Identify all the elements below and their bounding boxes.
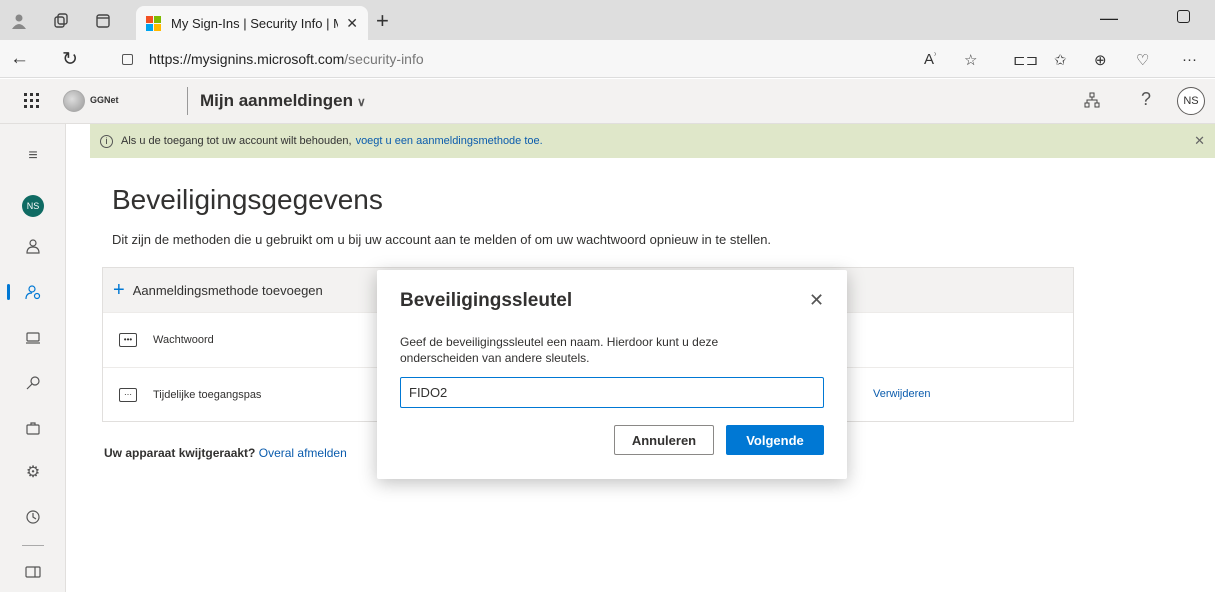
favorite-star-icon[interactable]: ☆ xyxy=(964,51,977,69)
workspaces-icon[interactable] xyxy=(52,12,70,30)
app-launcher-icon[interactable] xyxy=(24,93,39,108)
devices-icon[interactable] xyxy=(21,326,45,350)
microsoft-logo-icon xyxy=(146,15,161,31)
browser-tab-bar: My Sign-Ins | Security Info | Micr ✕ + — xyxy=(0,0,1215,40)
url-field[interactable]: https://mysignins.microsoft.com/security… xyxy=(110,45,1000,73)
tab-close-icon[interactable]: ✕ xyxy=(346,15,358,32)
browser-essentials-icon[interactable]: ♡ xyxy=(1136,51,1149,69)
recent-activity-icon[interactable] xyxy=(21,505,45,529)
split-screen-icon[interactable]: ⊏⊐ xyxy=(1013,51,1038,69)
profile-icon[interactable] xyxy=(10,12,28,30)
next-button[interactable]: Volgende xyxy=(726,425,824,455)
browser-address-bar: ← ↻ https://mysignins.microsoft.com/secu… xyxy=(0,40,1215,78)
organizations-briefcase-icon[interactable] xyxy=(21,416,45,440)
left-nav-rail: ≡ NS ⚙ xyxy=(0,124,66,592)
app-title-dropdown[interactable]: Mijn aanmeldingen ∨ xyxy=(200,91,366,111)
collections-icon[interactable]: ⊕ xyxy=(1094,51,1107,69)
chevron-down-icon: ∨ xyxy=(357,95,366,109)
app-title: Mijn aanmeldingen xyxy=(200,91,354,110)
tab-actions-icon[interactable] xyxy=(94,12,112,30)
security-info-icon[interactable] xyxy=(21,280,45,304)
security-key-dialog: Beveiligingssleutel ✕ Geef de beveiligin… xyxy=(377,270,847,479)
app-header: GGNet Mijn aanmeldingen ∨ ? NS xyxy=(0,79,1215,124)
active-indicator xyxy=(7,284,10,300)
close-icon[interactable]: ✕ xyxy=(809,290,824,311)
settings-gear-icon[interactable]: ⚙ xyxy=(21,460,45,484)
overview-person-icon[interactable] xyxy=(21,234,45,258)
dialog-description: Geef de beveiligingssleutel een naam. Hi… xyxy=(400,335,719,365)
password-key-icon[interactable] xyxy=(21,371,45,395)
hamburger-menu-icon[interactable]: ≡ xyxy=(21,144,45,168)
organization-icon[interactable] xyxy=(1084,92,1100,112)
url-path: /security-info xyxy=(344,51,424,67)
more-options-icon[interactable]: ··· xyxy=(1182,51,1197,68)
avatar[interactable]: NS xyxy=(1177,87,1205,115)
lock-icon[interactable] xyxy=(122,53,133,65)
back-arrow-icon[interactable]: ← xyxy=(10,48,29,70)
feedback-panel-icon[interactable] xyxy=(21,560,45,584)
org-name: GGNet xyxy=(90,95,119,105)
url-host: https://mysignins.microsoft.com xyxy=(149,51,345,67)
org-logo-icon xyxy=(63,90,85,112)
help-icon[interactable]: ? xyxy=(1141,89,1151,110)
new-tab-icon[interactable]: + xyxy=(376,8,389,34)
tab-title: My Sign-Ins | Security Info | Micr xyxy=(171,15,338,31)
cancel-button[interactable]: Annuleren xyxy=(614,425,714,455)
browser-tab-active[interactable]: My Sign-Ins | Security Info | Micr ✕ xyxy=(136,6,368,40)
read-aloud-icon[interactable]: A⁾ xyxy=(924,51,936,68)
security-key-name-input[interactable] xyxy=(400,377,824,408)
header-divider xyxy=(187,87,188,115)
restore-window-icon[interactable] xyxy=(1177,10,1190,23)
refresh-icon[interactable]: ↻ xyxy=(62,48,78,71)
dialog-title: Beveiligingssleutel xyxy=(400,290,573,311)
minimize-icon[interactable]: — xyxy=(1100,8,1118,29)
rail-divider xyxy=(22,545,44,546)
favorites-icon[interactable]: ✩ xyxy=(1054,51,1067,69)
rail-avatar[interactable]: NS xyxy=(22,195,44,217)
